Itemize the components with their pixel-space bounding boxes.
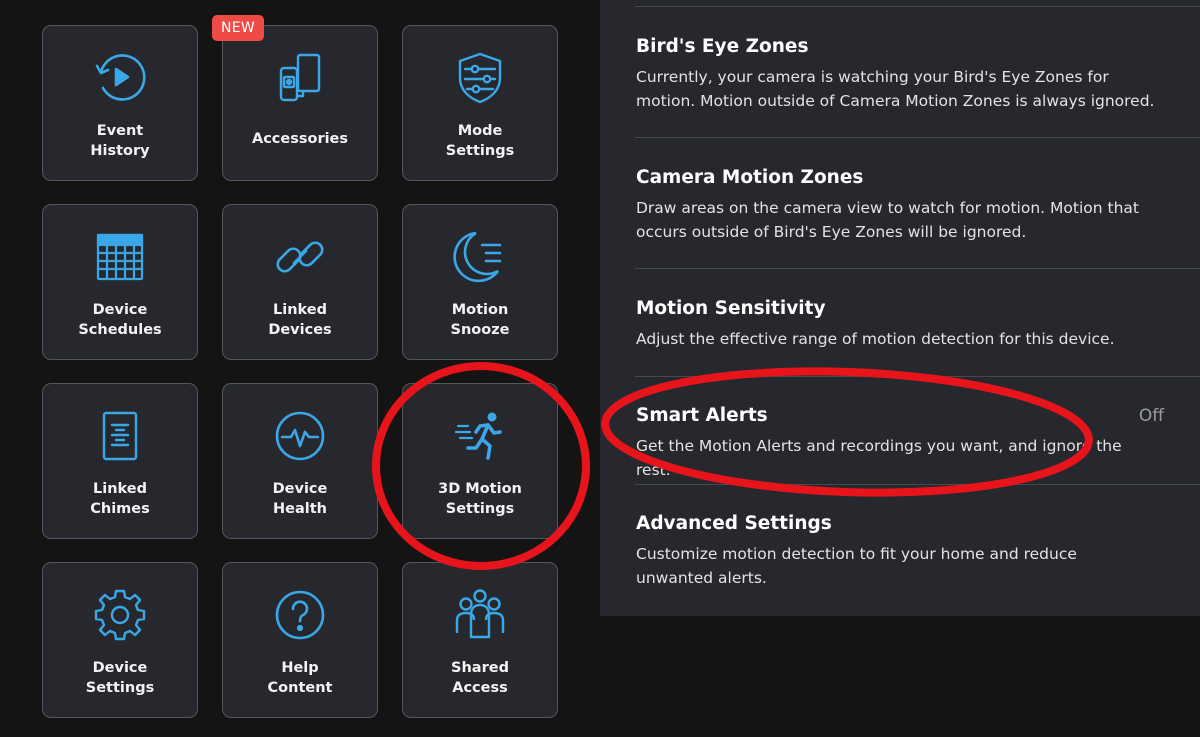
new-badge: NEW bbox=[212, 15, 265, 41]
divider bbox=[635, 6, 1200, 7]
linked-chimes-tile[interactable]: Linked Chimes bbox=[42, 383, 198, 539]
row-description: Draw areas on the camera view to watch f… bbox=[636, 199, 1139, 241]
tile-label: Device Schedules bbox=[78, 302, 162, 338]
play-history-icon bbox=[92, 50, 148, 106]
linked-devices-tile[interactable]: Linked Devices bbox=[222, 204, 378, 360]
row-description: Adjust the effective range of motion det… bbox=[636, 330, 1115, 348]
chime-icon bbox=[92, 408, 148, 464]
tile-label: Accessories bbox=[251, 131, 349, 147]
tile-label: Device Settings bbox=[85, 660, 155, 696]
smart-alerts-status: Off bbox=[1138, 406, 1164, 426]
motion-settings-panel: Bird's Eye Zones Currently, your camera … bbox=[600, 0, 1200, 616]
gear-icon bbox=[92, 587, 148, 643]
tile-label: Shared Access bbox=[451, 660, 509, 696]
devices-icon bbox=[272, 50, 328, 106]
divider bbox=[635, 268, 1200, 269]
mode-settings-tile[interactable]: Mode Settings bbox=[402, 25, 558, 181]
row-title: Motion Sensitivity bbox=[636, 298, 826, 319]
tile-label: Device Health bbox=[272, 481, 328, 517]
row-description: Currently, your camera is watching your … bbox=[636, 68, 1155, 110]
birds-eye-zones-row[interactable]: Bird's Eye Zones Currently, your camera … bbox=[636, 35, 1200, 113]
tile-label: Mode Settings bbox=[445, 123, 515, 159]
divider bbox=[635, 484, 1200, 485]
tile-label: Help Content bbox=[267, 660, 333, 696]
device-schedules-tile[interactable]: Device Schedules bbox=[42, 204, 198, 360]
smart-alerts-row[interactable]: Smart Alerts Off Get the Motion Alerts a… bbox=[636, 404, 1200, 482]
tile-label: Linked Devices bbox=[268, 302, 332, 338]
motion-snooze-tile[interactable]: Motion Snooze bbox=[402, 204, 558, 360]
running-person-icon bbox=[452, 408, 508, 464]
help-content-tile[interactable]: Help Content bbox=[222, 562, 378, 718]
row-description: Get the Motion Alerts and recordings you… bbox=[636, 437, 1122, 479]
device-health-tile[interactable]: Device Health bbox=[222, 383, 378, 539]
tile-label: 3D Motion Settings bbox=[438, 481, 522, 517]
divider bbox=[635, 137, 1200, 138]
row-title: Camera Motion Zones bbox=[636, 167, 864, 188]
calendar-icon bbox=[92, 229, 148, 285]
moon-lines-icon bbox=[452, 229, 508, 285]
shared-access-tile[interactable]: Shared Access bbox=[402, 562, 558, 718]
event-history-tile[interactable]: Event History bbox=[42, 25, 198, 181]
shield-sliders-icon bbox=[452, 50, 508, 106]
people-icon bbox=[452, 587, 508, 643]
3d-motion-settings-tile[interactable]: 3D Motion Settings bbox=[402, 383, 558, 539]
tile-label: Motion Snooze bbox=[450, 302, 510, 338]
accessories-tile[interactable]: Accessories bbox=[222, 25, 378, 181]
row-description: Customize motion detection to fit your h… bbox=[636, 545, 1077, 587]
row-title: Advanced Settings bbox=[636, 513, 832, 534]
camera-motion-zones-row[interactable]: Camera Motion Zones Draw areas on the ca… bbox=[636, 166, 1200, 244]
tile-label: Linked Chimes bbox=[90, 481, 150, 517]
tile-label: Event History bbox=[90, 123, 150, 159]
pulse-icon bbox=[272, 408, 328, 464]
motion-sensitivity-row[interactable]: Motion Sensitivity Adjust the effective … bbox=[636, 297, 1200, 351]
row-title: Bird's Eye Zones bbox=[636, 36, 809, 57]
row-title: Smart Alerts bbox=[636, 405, 768, 426]
question-icon bbox=[272, 587, 328, 643]
link-icon bbox=[272, 229, 328, 285]
feature-grid: Event History Accessories Mode Settings … bbox=[0, 0, 600, 737]
advanced-settings-row[interactable]: Advanced Settings Customize motion detec… bbox=[636, 512, 1200, 590]
device-settings-tile[interactable]: Device Settings bbox=[42, 562, 198, 718]
divider bbox=[635, 376, 1200, 377]
